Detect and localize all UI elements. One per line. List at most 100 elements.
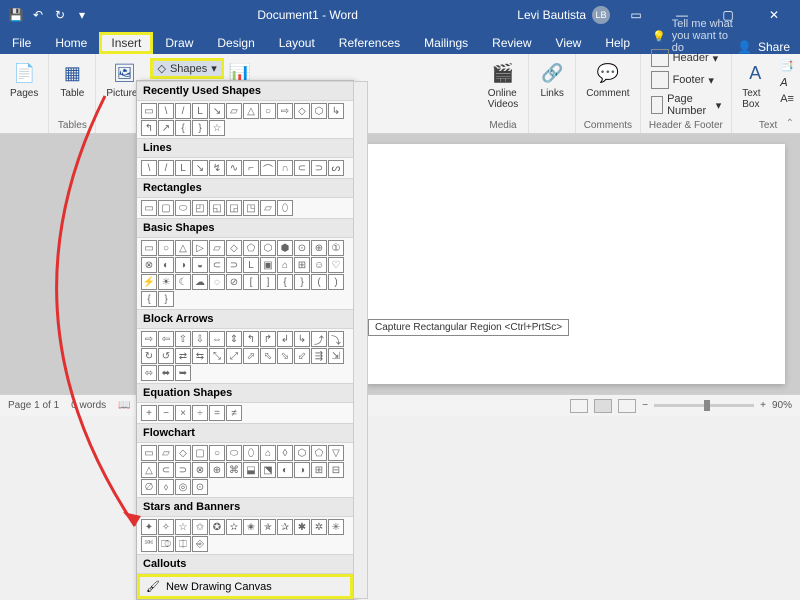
shape-item[interactable]: ∩ xyxy=(277,160,293,176)
shape-item[interactable]: ↺ xyxy=(158,348,174,364)
footer-button[interactable]: Footer ▾ xyxy=(647,70,726,90)
tab-layout[interactable]: Layout xyxy=(267,32,327,54)
shape-item[interactable]: ⊃ xyxy=(175,462,191,478)
shape-item[interactable]: ⊕ xyxy=(209,462,225,478)
shape-item[interactable]: ↘ xyxy=(209,103,225,119)
print-layout-button[interactable] xyxy=(594,399,612,413)
shape-item[interactable]: ⇔ xyxy=(209,331,225,347)
shape-item[interactable]: ☀ xyxy=(158,274,174,290)
shape-item[interactable]: ⊙ xyxy=(294,240,310,256)
tab-view[interactable]: View xyxy=(544,32,594,54)
shape-item[interactable]: ♡ xyxy=(328,257,344,273)
shape-item[interactable]: ◐ xyxy=(277,462,293,478)
shape-item[interactable]: ↰ xyxy=(141,120,157,136)
shape-item[interactable]: ▷ xyxy=(192,240,208,256)
shape-item[interactable]: ↗ xyxy=(158,120,174,136)
shape-item[interactable]: ⤢ xyxy=(226,348,242,364)
shape-item[interactable]: ✬ xyxy=(243,519,259,535)
shape-item[interactable]: △ xyxy=(175,240,191,256)
shape-item[interactable]: ⬄ xyxy=(141,365,157,381)
shape-item[interactable]: ⬓ xyxy=(243,462,259,478)
undo-icon[interactable]: ↶ xyxy=(28,5,48,25)
close-icon[interactable]: ✕ xyxy=(754,0,794,30)
pages-button[interactable]: 📄 Pages xyxy=(6,58,42,101)
quickparts-button[interactable]: 📑 xyxy=(776,58,798,73)
shape-item[interactable]: − xyxy=(158,405,174,421)
tab-mailings[interactable]: Mailings xyxy=(412,32,480,54)
shape-item[interactable]: ↱ xyxy=(260,331,276,347)
shape-item[interactable]: ▱ xyxy=(209,240,225,256)
shape-item[interactable]: ⌂ xyxy=(277,257,293,273)
comment-button[interactable]: 💬 Comment xyxy=(582,58,633,101)
shape-item[interactable]: ⊂ xyxy=(294,160,310,176)
shape-item[interactable]: ⎆ xyxy=(192,536,208,552)
shape-item[interactable]: ⬠ xyxy=(243,240,259,256)
shape-item[interactable]: ☆ xyxy=(175,519,191,535)
tab-file[interactable]: File xyxy=(0,32,43,54)
shape-item[interactable]: ↳ xyxy=(294,331,310,347)
shape-item[interactable]: ✧ xyxy=(158,519,174,535)
shape-item[interactable]: ⎅ xyxy=(175,536,191,552)
shape-item[interactable]: ⬭ xyxy=(226,445,242,461)
shape-item[interactable]: = xyxy=(209,405,225,421)
page-indicator[interactable]: Page 1 of 1 xyxy=(8,400,59,411)
shape-item[interactable]: ✯ xyxy=(260,519,276,535)
shape-item[interactable]: ⊘ xyxy=(226,274,242,290)
web-layout-button[interactable] xyxy=(618,399,636,413)
shape-item[interactable]: ⬡ xyxy=(294,445,310,461)
shape-item[interactable]: ⇧ xyxy=(175,331,191,347)
shape-item[interactable]: ▱ xyxy=(260,200,276,216)
shape-item[interactable]: ⊃ xyxy=(311,160,327,176)
wordart-button[interactable]: 𝘈 xyxy=(776,75,798,90)
shape-item[interactable]: ( xyxy=(311,274,327,290)
shape-item[interactable]: ⤡ xyxy=(209,348,225,364)
shape-item[interactable]: ⊞ xyxy=(311,462,327,478)
shape-item[interactable]: ⊂ xyxy=(158,462,174,478)
shape-item[interactable]: + xyxy=(141,405,157,421)
shape-item[interactable]: ◊ xyxy=(277,445,293,461)
shape-item[interactable]: ◱ xyxy=(209,200,225,216)
shape-item[interactable]: ) xyxy=(328,274,344,290)
tab-home[interactable]: Home xyxy=(43,32,99,54)
shape-item[interactable]: \ xyxy=(141,160,157,176)
shape-item[interactable]: { xyxy=(175,120,191,136)
shape-item[interactable]: ◑ xyxy=(175,257,191,273)
tab-design[interactable]: Design xyxy=(205,32,266,54)
shape-item[interactable]: ≠ xyxy=(226,405,242,421)
share-button[interactable]: 👤 Share xyxy=(737,40,800,54)
shape-item[interactable]: ⊞ xyxy=(294,257,310,273)
shape-item[interactable]: ▭ xyxy=(141,240,157,256)
textbox-button[interactable]: A Text Box xyxy=(738,58,772,112)
shape-item[interactable]: [ xyxy=(243,274,259,290)
shape-item[interactable]: ① xyxy=(328,240,344,256)
tab-references[interactable]: References xyxy=(327,32,412,54)
shape-item[interactable]: ⬢ xyxy=(277,240,293,256)
shape-item[interactable]: ⬨ xyxy=(158,479,174,495)
shape-item[interactable]: ↘ xyxy=(192,160,208,176)
shape-item[interactable]: ▢ xyxy=(192,445,208,461)
shape-item[interactable]: } xyxy=(192,120,208,136)
shape-item[interactable]: ✩ xyxy=(192,519,208,535)
shape-item[interactable]: × xyxy=(175,405,191,421)
shape-item[interactable]: ⇆ xyxy=(192,348,208,364)
shape-item[interactable]: ✰ xyxy=(277,519,293,535)
shape-item[interactable]: △ xyxy=(243,103,259,119)
shape-item[interactable]: ➥ xyxy=(175,365,191,381)
shape-item[interactable]: ☁ xyxy=(192,274,208,290)
shape-item[interactable]: ☆ xyxy=(209,120,225,136)
shape-item[interactable]: ⤴ xyxy=(311,331,327,347)
save-icon[interactable]: 💾 xyxy=(6,5,26,25)
shape-item[interactable]: ▣ xyxy=(260,257,276,273)
zoom-slider[interactable] xyxy=(654,404,754,407)
shape-item[interactable]: ▭ xyxy=(141,200,157,216)
tab-help[interactable]: Help xyxy=(593,32,642,54)
shape-item[interactable]: L xyxy=(243,257,259,273)
shape-item[interactable]: ∿ xyxy=(226,160,242,176)
shape-item[interactable]: ] xyxy=(260,274,276,290)
online-videos-button[interactable]: 🎬 Online Videos xyxy=(484,58,522,112)
shape-item[interactable]: } xyxy=(158,291,174,307)
shape-item[interactable]: △ xyxy=(141,462,157,478)
shape-item[interactable]: / xyxy=(175,103,191,119)
shape-item[interactable]: ▽ xyxy=(328,445,344,461)
shape-item[interactable]: ○ xyxy=(260,103,276,119)
